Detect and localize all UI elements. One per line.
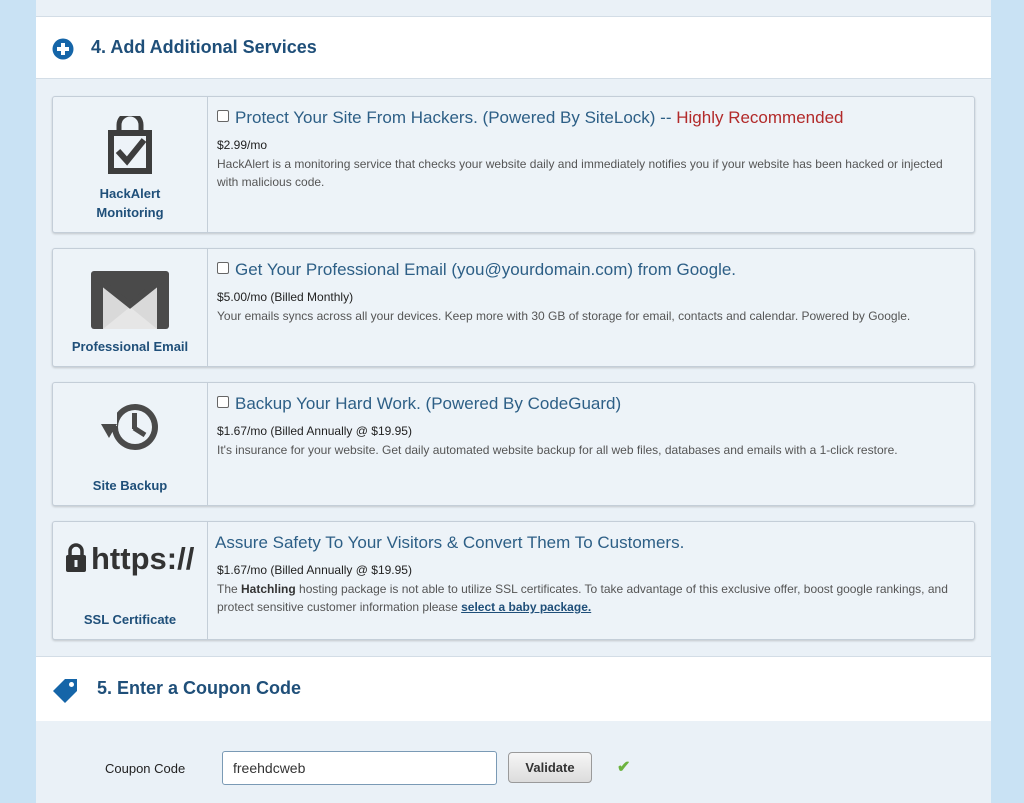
service-price: $5.00/mo (Billed Monthly)	[217, 290, 354, 304]
email-checkbox[interactable]	[217, 262, 229, 274]
coupon-label: Coupon Code	[105, 761, 186, 776]
service-label-line1: Professional Email	[71, 339, 189, 354]
history-clock-icon	[99, 402, 161, 457]
service-price: $1.67/mo (Billed Annually @ $19.95)	[217, 563, 412, 577]
gmail-envelope-icon	[89, 271, 171, 334]
service-badge: Professional Email	[53, 249, 208, 366]
service-offer-line: Protect Your Site From Hackers. (Powered…	[217, 108, 843, 128]
previous-section-bottom	[36, 0, 991, 17]
service-card-backup: Site Backup Backup Your Hard Work. (Powe…	[52, 382, 975, 506]
backup-checkbox[interactable]	[217, 396, 229, 408]
checkout-page: 4. Add Additional Services HackAlert Mon…	[36, 0, 991, 803]
shield-check-icon	[106, 111, 154, 181]
service-card-hackalert: HackAlert Monitoring Protect Your Site F…	[52, 96, 975, 233]
service-label-line1: Site Backup	[92, 478, 168, 493]
service-price: $2.99/mo	[217, 138, 268, 152]
highly-recommended-text: Highly Recommended	[676, 108, 844, 127]
service-offer-line: Get Your Professional Email (you@yourdom…	[217, 260, 736, 280]
desc-text: The	[217, 582, 242, 596]
service-badge: HackAlert Monitoring	[53, 97, 208, 232]
service-badge: Site Backup	[53, 383, 208, 505]
tag-icon	[51, 677, 79, 710]
service-description: HackAlert is a monitoring service that c…	[217, 157, 943, 189]
https-art-text: https://	[91, 541, 195, 576]
service-card-email: Professional Email Get Your Professional…	[52, 248, 975, 367]
section-5-header: 5. Enter a Coupon Code	[36, 656, 991, 722]
ssl-art: https://	[65, 541, 194, 578]
service-price: $1.67/mo (Billed Annually @ $19.95)	[217, 424, 412, 438]
service-label-line1: SSL Certificate	[83, 612, 177, 627]
service-offer-line: Backup Your Hard Work. (Powered By CodeG…	[217, 394, 621, 414]
section-4-title: 4. Add Additional Services	[91, 37, 317, 57]
section-4-header: 4. Add Additional Services	[36, 16, 991, 79]
service-offer-line: Assure Safety To Your Visitors & Convert…	[215, 533, 685, 552]
service-label-line2: Monitoring	[96, 205, 164, 220]
offer-text: Backup Your Hard Work. (Powered By CodeG…	[235, 394, 622, 413]
section-5-title: 5. Enter a Coupon Code	[97, 678, 302, 698]
hackalert-checkbox[interactable]	[217, 110, 229, 122]
coupon-area: Coupon Code Validate ✔	[36, 721, 991, 803]
plus-circle-icon	[52, 38, 74, 65]
checkmark-icon: ✔	[617, 759, 631, 776]
offer-text: Protect Your Site From Hackers. (Powered…	[235, 108, 672, 127]
service-card-ssl: https:// SSL Certificate Assure Safety T…	[52, 521, 975, 640]
package-name: Hatchling	[241, 582, 296, 596]
service-description: Your emails syncs across all your device…	[217, 309, 911, 323]
service-label-line1: HackAlert	[99, 186, 161, 201]
lock-icon	[65, 543, 87, 578]
offer-text: Get Your Professional Email (you@yourdom…	[235, 260, 737, 279]
service-badge: https:// SSL Certificate	[53, 522, 208, 639]
coupon-code-input[interactable]	[222, 751, 497, 785]
service-description: The Hatchling hosting package is not abl…	[217, 580, 966, 616]
select-baby-package-link[interactable]: select a baby package.	[461, 600, 591, 614]
validate-button[interactable]: Validate	[508, 752, 592, 783]
service-description: It's insurance for your website. Get dai…	[217, 443, 898, 457]
